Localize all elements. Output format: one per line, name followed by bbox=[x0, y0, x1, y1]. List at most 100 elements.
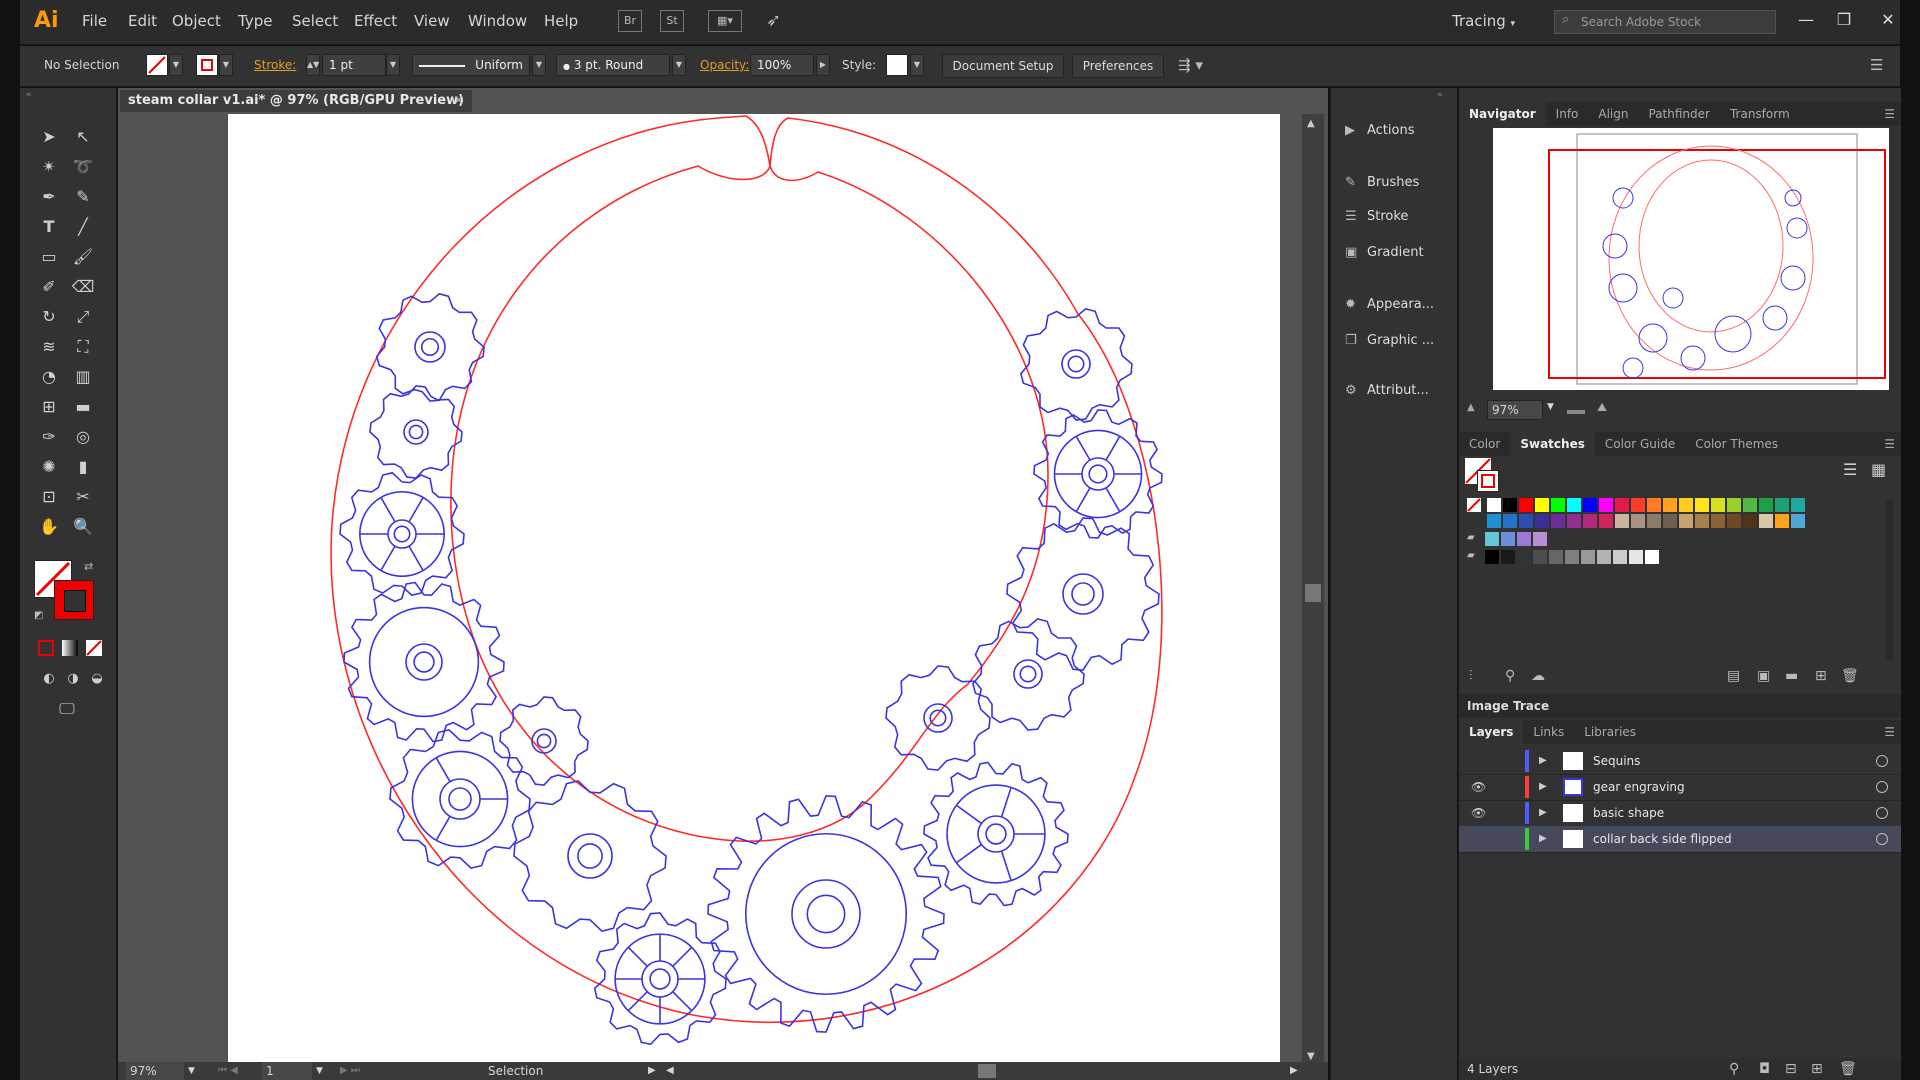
visibility-icon[interactable]: 👁 bbox=[1471, 774, 1486, 800]
color-swatch[interactable] bbox=[1647, 514, 1661, 528]
pen-tool-icon[interactable]: ✒ bbox=[34, 184, 64, 210]
dock-brushes[interactable]: ✎ Brushes bbox=[1345, 168, 1453, 198]
color-swatch[interactable] bbox=[1663, 514, 1677, 528]
column-graph-tool-icon[interactable]: ▮ bbox=[68, 454, 98, 480]
color-swatch[interactable] bbox=[1743, 498, 1757, 512]
menu-window[interactable]: Window bbox=[468, 12, 527, 30]
tab-swatches[interactable]: Swatches bbox=[1510, 432, 1595, 456]
expand-arrow-icon[interactable]: ▶ bbox=[1539, 774, 1547, 800]
color-swatch[interactable] bbox=[1613, 550, 1627, 564]
locate-object-icon[interactable]: ⚲ bbox=[1729, 1058, 1739, 1080]
color-swatch[interactable] bbox=[1679, 498, 1693, 512]
color-swatch[interactable] bbox=[1727, 498, 1741, 512]
swatch-libraries-icon[interactable]: ⫶ bbox=[1469, 668, 1473, 684]
hscroll-thumb[interactable] bbox=[978, 1064, 996, 1078]
search-input[interactable]: Search Adobe Stock bbox=[1554, 10, 1776, 34]
delete-swatch-icon[interactable]: 🗑 bbox=[1841, 668, 1859, 684]
zoom-in-icon[interactable]: ⛰ bbox=[1597, 400, 1607, 415]
color-swatch[interactable] bbox=[1695, 498, 1709, 512]
thumbnail-view-icon[interactable]: ▦ bbox=[1871, 460, 1886, 479]
none-swatch[interactable] bbox=[1467, 498, 1481, 512]
color-swatch[interactable] bbox=[1791, 514, 1805, 528]
color-swatch[interactable] bbox=[1645, 550, 1659, 564]
panel-menu-icon[interactable]: ☰ bbox=[1870, 56, 1883, 74]
type-tool-icon[interactable]: T bbox=[34, 214, 64, 240]
opacity-label[interactable]: Opacity: bbox=[700, 58, 749, 72]
target-icon[interactable] bbox=[1876, 807, 1888, 819]
zoom-dropdown[interactable]: ▼ bbox=[188, 1062, 195, 1080]
swatch-stroke-indicator[interactable] bbox=[1477, 470, 1499, 492]
color-swatch[interactable] bbox=[1567, 514, 1581, 528]
stroke-swatch[interactable] bbox=[196, 54, 218, 76]
color-swatch[interactable] bbox=[1487, 498, 1501, 512]
expand-arrow-icon[interactable]: ▶ bbox=[1539, 800, 1547, 826]
color-swatch[interactable] bbox=[1533, 550, 1547, 564]
close-button[interactable]: ✕ bbox=[1870, 6, 1906, 34]
stroke-label[interactable]: Stroke: bbox=[254, 58, 296, 72]
magic-wand-tool-icon[interactable]: ✴ bbox=[34, 154, 64, 180]
color-swatch[interactable] bbox=[1599, 498, 1613, 512]
color-swatch[interactable] bbox=[1629, 550, 1643, 564]
fill-dropdown[interactable]: ▼ bbox=[169, 54, 183, 76]
hscroll-left-icon[interactable]: ◀ bbox=[666, 1062, 674, 1080]
color-swatch[interactable] bbox=[1759, 498, 1773, 512]
dock-stroke[interactable]: ☰ Stroke bbox=[1345, 202, 1453, 232]
color-swatch[interactable] bbox=[1727, 514, 1741, 528]
cloud-icon[interactable]: ☁ bbox=[1531, 668, 1545, 684]
delete-layer-icon[interactable]: 🗑 bbox=[1839, 1058, 1857, 1080]
direct-selection-tool-icon[interactable]: ↖ bbox=[68, 124, 98, 150]
opacity-dropdown[interactable]: ▶ bbox=[816, 54, 830, 76]
layer-row-basic-shape[interactable]: 👁 ▶ basic shape bbox=[1459, 800, 1901, 827]
gradient-tool-icon[interactable]: ▬ bbox=[68, 394, 98, 420]
target-icon[interactable] bbox=[1876, 755, 1888, 767]
blend-tool-icon[interactable]: ◎ bbox=[68, 424, 98, 450]
line-tool-icon[interactable]: ╱ bbox=[68, 214, 98, 240]
menu-effect[interactable]: Effect bbox=[354, 12, 397, 30]
close-tab-icon[interactable]: × bbox=[453, 90, 464, 112]
color-swatch[interactable] bbox=[1711, 514, 1725, 528]
menu-view[interactable]: View bbox=[414, 12, 450, 30]
minimize-button[interactable]: — bbox=[1788, 6, 1824, 34]
variable-width-profile[interactable]: Uniform bbox=[412, 54, 530, 76]
draw-inside-icon[interactable]: ◒ bbox=[82, 666, 112, 692]
collapse-icon[interactable]: « bbox=[26, 90, 32, 100]
color-swatch[interactable] bbox=[1487, 514, 1501, 528]
menu-edit[interactable]: Edit bbox=[128, 12, 157, 30]
color-swatch[interactable] bbox=[1615, 514, 1629, 528]
artboard-tool-icon[interactable]: ⊡ bbox=[34, 484, 64, 510]
color-swatch[interactable] bbox=[1533, 532, 1547, 546]
new-sublayer-icon[interactable]: ⊟ bbox=[1785, 1058, 1797, 1080]
document-setup-button[interactable]: Document Setup bbox=[942, 54, 1064, 78]
color-swatch[interactable] bbox=[1583, 498, 1597, 512]
stroke-weight-stepper[interactable]: ▲▼ bbox=[306, 54, 320, 76]
color-swatch[interactable] bbox=[1679, 514, 1693, 528]
color-swatch[interactable] bbox=[1551, 514, 1565, 528]
status-menu-icon[interactable]: ▶ bbox=[648, 1062, 656, 1080]
stroke-color-dropdown[interactable]: ▼ bbox=[219, 54, 233, 76]
color-mode-icon[interactable] bbox=[38, 640, 54, 656]
none-mode-icon[interactable] bbox=[86, 640, 102, 656]
layer-row-gear-engraving[interactable]: 👁 ▶ gear engraving bbox=[1459, 774, 1901, 801]
mesh-tool-icon[interactable]: ⊞ bbox=[34, 394, 64, 420]
eyedropper-tool-icon[interactable]: ✑ bbox=[34, 424, 64, 450]
navigator-zoom-dropdown[interactable]: ▼ bbox=[1547, 402, 1554, 412]
color-swatch[interactable] bbox=[1695, 514, 1709, 528]
tab-align[interactable]: Align bbox=[1588, 102, 1638, 126]
new-color-group-icon[interactable]: ▬ bbox=[1785, 668, 1798, 684]
swatch-scrollbar[interactable] bbox=[1885, 500, 1893, 660]
color-swatch[interactable] bbox=[1597, 550, 1611, 564]
color-swatch[interactable] bbox=[1599, 514, 1613, 528]
shaper-tool-icon[interactable]: ✐ bbox=[34, 274, 64, 300]
stock-icon[interactable]: St bbox=[660, 10, 684, 32]
tab-links[interactable]: Links bbox=[1523, 720, 1574, 744]
gpu-rocket-icon[interactable]: ➶ bbox=[766, 10, 781, 31]
tab-color[interactable]: Color bbox=[1459, 432, 1510, 456]
zoom-field[interactable]: 97% bbox=[126, 1062, 184, 1080]
scroll-up-icon[interactable]: ▲ bbox=[1307, 118, 1315, 129]
artboard-number-field[interactable]: 1 bbox=[262, 1062, 312, 1080]
color-swatch[interactable] bbox=[1775, 514, 1789, 528]
stroke-weight-input[interactable]: 1 pt bbox=[322, 54, 386, 76]
color-swatch[interactable] bbox=[1503, 498, 1517, 512]
shape-builder-tool-icon[interactable]: ◔ bbox=[34, 364, 64, 390]
tab-navigator[interactable]: Navigator bbox=[1459, 102, 1546, 126]
